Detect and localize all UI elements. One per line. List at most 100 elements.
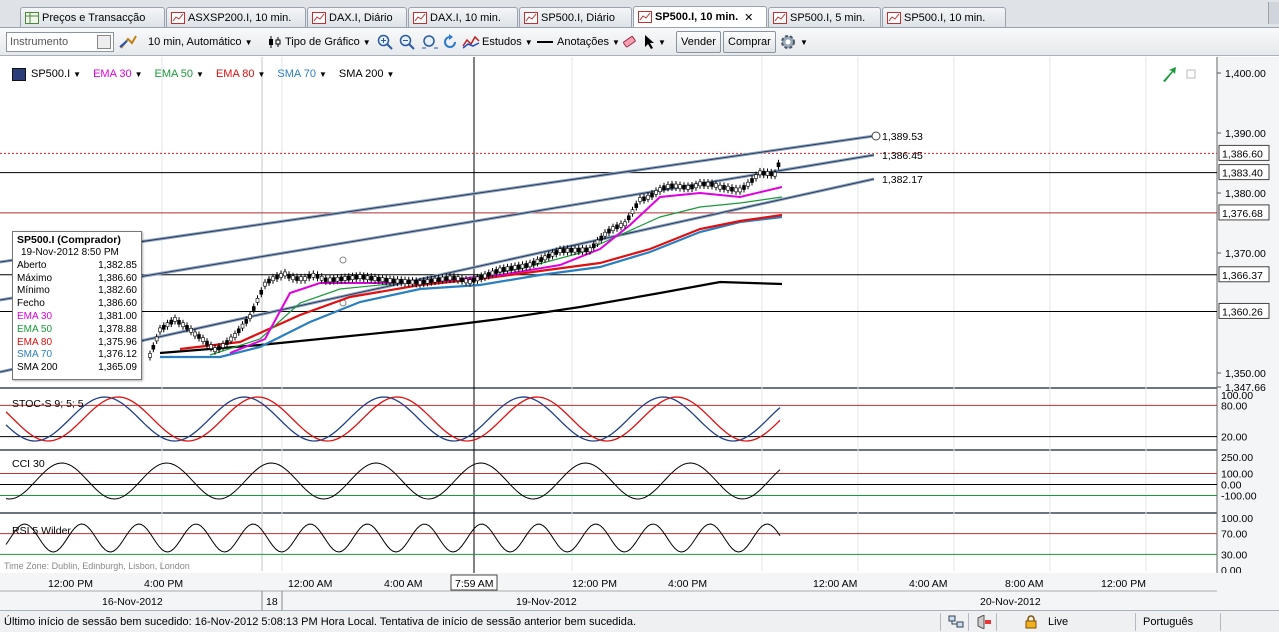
chevron-down-icon: ▼ <box>386 69 395 79</box>
data-window-row: Mínimo 1,382.60 <box>17 285 137 298</box>
legend-item-ema80[interactable]: EMA 80 ▼ <box>216 68 265 80</box>
candle-body <box>365 275 370 281</box>
tab-sp500-10min-active[interactable]: SP500.I, 10 min. ✕ <box>633 6 767 27</box>
candle-body <box>550 251 555 257</box>
stoc-tick-label: 80.00 <box>1221 400 1247 412</box>
candle-body <box>209 344 213 349</box>
pointer-dropdown[interactable]: ▼ <box>643 28 666 56</box>
candle-body <box>429 278 434 284</box>
data-window-row: Fecho 1,386.60 <box>17 298 137 311</box>
tab-asxsp200-10min[interactable]: ASXSP200.I, 10 min. <box>166 7 306 27</box>
candle-body <box>730 186 734 192</box>
candle-body <box>181 322 185 328</box>
tab-sp500-5min[interactable]: SP500.I, 5 min. <box>768 7 881 27</box>
time-tick-label: 12:00 PM <box>48 578 93 590</box>
studies-dropdown[interactable]: Estudos ▼ <box>462 28 533 56</box>
candle-body <box>678 184 682 189</box>
tab-dax-diario[interactable]: DAX.I, Diário <box>307 7 407 27</box>
interval-label: 10 min, Automático <box>148 36 242 48</box>
sell-button[interactable]: Vender <box>676 31 721 53</box>
legend-item-sma200[interactable]: SMA 200 ▼ <box>339 68 395 80</box>
chart-area[interactable]: 1,400.00 1,390.00 1,380.00 1,370.00 1,350.00… <box>0 57 1279 610</box>
candle-body <box>177 319 181 325</box>
candle-body <box>576 247 581 253</box>
legend-item-sp500[interactable]: SP500.I ▼ <box>12 67 82 81</box>
panel-divider <box>0 512 1217 514</box>
annotations-label: Anotações <box>557 36 609 48</box>
tab-scroll-button[interactable] <box>1268 2 1279 24</box>
candle-body <box>307 273 311 279</box>
row-label: SMA 200 <box>17 362 58 374</box>
buy-button[interactable]: Comprar <box>723 31 776 53</box>
date-label: 16-Nov-2012 <box>102 596 163 608</box>
chart-background <box>0 57 1279 610</box>
chevron-down-icon: ▼ <box>196 69 204 79</box>
network-icon[interactable] <box>948 611 964 632</box>
candle-body <box>213 347 217 352</box>
zoom-in-icon[interactable] <box>377 28 393 56</box>
candle-body <box>765 171 770 176</box>
tab-label: SP500.I, 10 min. <box>655 11 739 23</box>
legend-item-sma70[interactable]: SMA 70 ▼ <box>277 68 326 80</box>
date-label: 20-Nov-2012 <box>980 596 1041 608</box>
refresh-icon[interactable] <box>442 28 458 56</box>
candle-body <box>229 336 233 342</box>
eraser-icon[interactable] <box>621 28 637 56</box>
candle-body <box>225 340 229 345</box>
chart-type-dropdown[interactable]: Tipo de Gráfico ▼ <box>268 28 371 56</box>
status-message: Último início de sessão bem sucedido: 16… <box>4 615 637 628</box>
candle-body <box>283 271 287 277</box>
candle-body <box>670 183 674 189</box>
chart-icon <box>312 11 326 24</box>
candle-body <box>456 276 460 282</box>
candle-body <box>750 178 754 183</box>
legend-item-ema30[interactable]: EMA 30 ▼ <box>93 68 142 80</box>
timezone-label: Time Zone: Dublin, Edinburgh, Lisbon, Lo… <box>4 561 190 571</box>
candle-body <box>343 276 347 281</box>
draw-tools-icon[interactable] <box>118 28 138 56</box>
candle-body <box>584 247 589 253</box>
chevron-down-icon: ▼ <box>800 37 808 47</box>
settings-dropdown[interactable]: ▼ <box>779 28 808 56</box>
lock-icon[interactable] <box>1024 611 1038 632</box>
candle-body <box>328 277 332 283</box>
zoom-fit-icon[interactable] <box>421 28 439 56</box>
candle-body <box>464 278 468 284</box>
alerts-icon[interactable] <box>976 611 992 632</box>
close-tab-icon[interactable]: ✕ <box>744 11 753 24</box>
candle-body <box>561 248 566 253</box>
candle-body <box>569 247 574 253</box>
language-indicator[interactable]: Português <box>1143 611 1193 632</box>
price-tick-label: 1,350.00 <box>1225 368 1266 380</box>
candle-body <box>554 250 559 255</box>
interval-dropdown[interactable]: 10 min, Automático ▼ <box>148 28 252 56</box>
candle-body <box>486 272 491 277</box>
candle-body <box>682 184 686 190</box>
candle-body <box>346 275 351 281</box>
chart-canvas[interactable]: 1,400.00 1,390.00 1,380.00 1,370.00 1,350.00… <box>0 57 1279 610</box>
candle-body <box>580 247 585 253</box>
chevron-down-icon: ▼ <box>73 69 82 79</box>
legend-item-ema50[interactable]: EMA 50 ▼ <box>155 68 204 80</box>
tab-bar: Preços e Transacção ASXSP200.I, 10 min. … <box>0 0 1279 28</box>
candle-body <box>299 276 303 282</box>
annotations-dropdown[interactable]: Anotações ▼ <box>537 28 620 56</box>
instrument-input[interactable]: Instrumento <box>6 32 114 52</box>
candle-body <box>303 276 307 281</box>
tab-sp500-diario[interactable]: SP500.I, Diário <box>519 7 632 27</box>
tab-precos-transaccao[interactable]: Preços e Transacção <box>20 7 165 27</box>
tab-sp500-10min-2[interactable]: SP500.I, 10 min. <box>882 7 1006 27</box>
time-tick-label: 4:00 AM <box>384 578 423 590</box>
row-value: 1,381.00 <box>98 310 137 322</box>
panel-maximize-icon <box>1186 69 1196 79</box>
row-value: 1,365.09 <box>98 362 137 374</box>
candle-body <box>452 275 456 281</box>
instrument-placeholder: Instrumento <box>10 36 69 48</box>
price-tick-label: 1,380.00 <box>1225 188 1266 200</box>
candle-body <box>654 190 658 195</box>
zoom-out-icon[interactable] <box>399 28 415 56</box>
lookup-icon[interactable] <box>97 35 111 49</box>
tab-dax-10min[interactable]: DAX.I, 10 min. <box>408 7 518 27</box>
tab-label: Preços e Transacção <box>42 11 146 24</box>
buy-label: Comprar <box>728 36 771 48</box>
